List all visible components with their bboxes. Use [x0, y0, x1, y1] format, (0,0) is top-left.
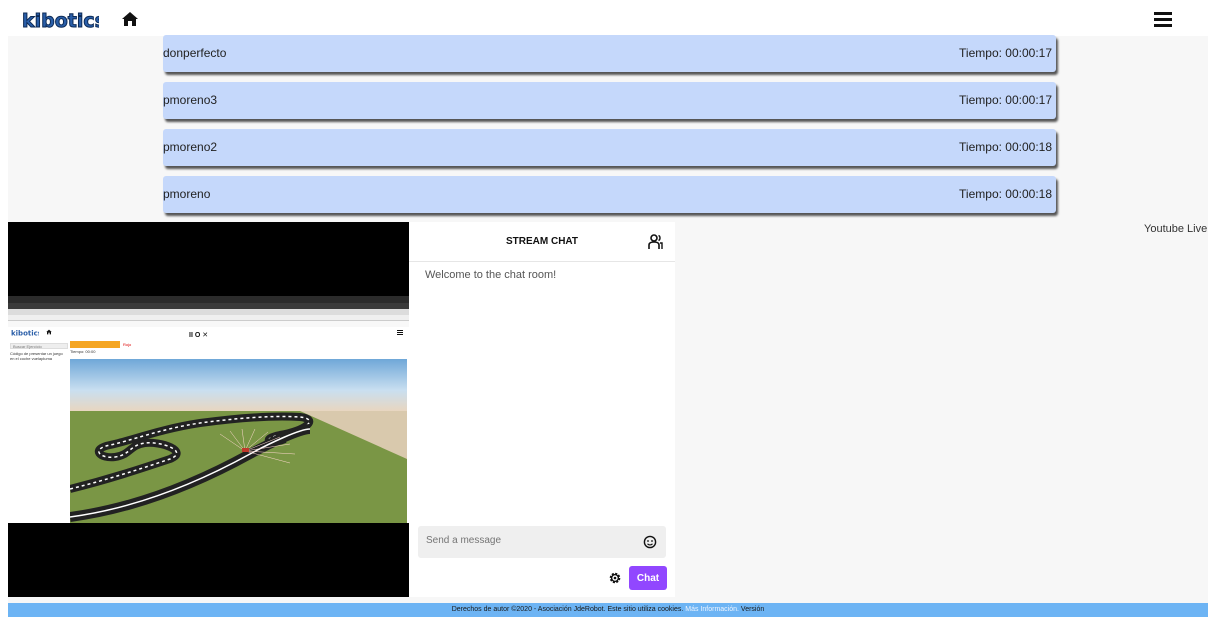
footer: Derechos de autor ©2020 - Asociación Jde…	[8, 603, 1208, 617]
navbar: kibotics	[0, 0, 1208, 36]
simulator-scene	[70, 359, 407, 523]
inner-page: kibotics II O ✕ Buscar Ejercicio Código …	[8, 327, 409, 523]
message-input[interactable]	[426, 535, 626, 546]
hamburger-menu-icon[interactable]	[1154, 11, 1172, 28]
more-info-link[interactable]: Más Información.	[685, 606, 739, 613]
svg-text:kibotics: kibotics	[22, 10, 99, 31]
ranking-username: donperfecto	[163, 46, 227, 60]
chat-title: STREAM CHAT	[505, 236, 579, 247]
ranking-username: pmoreno2	[163, 140, 218, 154]
ranking-item: pmoreno Tiempo: 00:00:18	[163, 176, 1056, 213]
chat-header: STREAM CHAT	[409, 222, 675, 262]
ranking-time: Tiempo: 00:00:17	[959, 46, 1052, 60]
inner-score-bar	[70, 341, 120, 348]
kibotics-logo[interactable]: kibotics	[21, 9, 100, 32]
inner-kibotics-logo: kibotics	[11, 330, 39, 337]
stream-video[interactable]: kibotics II O ✕ Buscar Ejercicio Código …	[8, 222, 409, 597]
inner-sidebar: Buscar Ejercicio Código de presentar un …	[8, 341, 70, 461]
svg-text:kibotics: kibotics	[11, 330, 39, 337]
desktop-topbar	[8, 296, 409, 307]
ranking-time: Tiempo: 00:00:18	[959, 187, 1052, 201]
chat-welcome-message: Welcome to the chat room!	[425, 269, 557, 281]
inner-sidebar-text: Código de presentar un juego en el coche…	[10, 351, 63, 361]
users-icon[interactable]	[648, 234, 663, 250]
ranking-item: pmoreno3 Tiempo: 00:00:17	[163, 82, 1056, 119]
inner-time: Tiempo: 00:00	[70, 349, 96, 354]
inner-home-icon	[46, 329, 52, 335]
ranking-username: pmoreno3	[163, 93, 218, 107]
inner-player-controls: II O ✕	[189, 332, 209, 339]
inner-search: Buscar Ejercicio	[10, 343, 68, 349]
inner-menu-icon	[397, 330, 403, 335]
home-icon[interactable]	[121, 11, 139, 27]
stream-chat-panel: STREAM CHAT Welcome to the chat room! Ch…	[409, 222, 675, 597]
ranking-username: pmoreno	[163, 187, 211, 201]
inner-red-label: Rojo	[123, 342, 132, 347]
ranking-time: Tiempo: 00:00:18	[959, 140, 1052, 154]
ranking-item: pmoreno2 Tiempo: 00:00:18	[163, 129, 1056, 166]
emoji-icon[interactable]	[643, 535, 657, 549]
version-link[interactable]: Versión	[741, 606, 764, 613]
screen-capture: kibotics II O ✕ Buscar Ejercicio Código …	[8, 296, 409, 523]
footer-copyright: Derechos de autor ©2020 - Asociación Jde…	[451, 606, 684, 613]
ranking-time: Tiempo: 00:00:17	[959, 93, 1052, 107]
send-chat-button[interactable]: Chat	[629, 566, 667, 590]
youtube-live-label: Youtube Live	[1144, 223, 1208, 235]
ranking-item: donperfecto Tiempo: 00:00:17	[163, 35, 1056, 72]
message-box	[418, 526, 666, 558]
gear-icon[interactable]	[608, 571, 622, 585]
